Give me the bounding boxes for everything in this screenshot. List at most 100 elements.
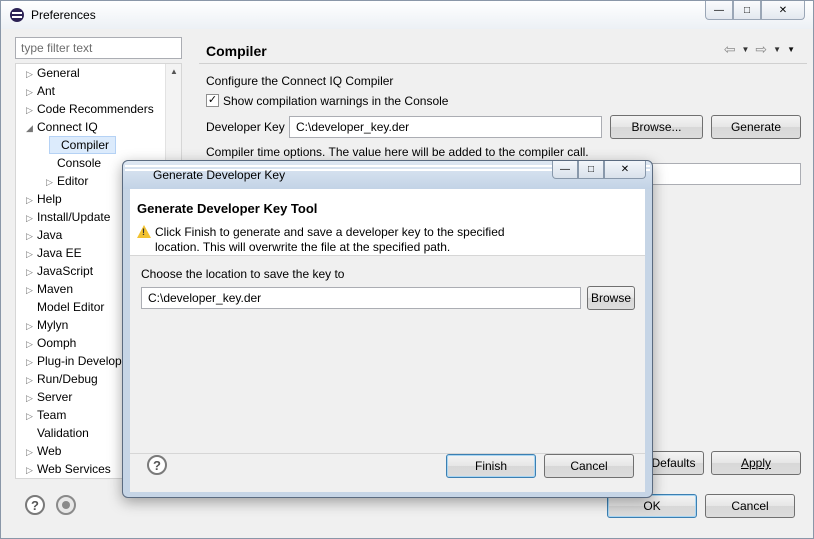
dialog-help-icon[interactable]: ? — [147, 455, 167, 475]
expand-arrow-icon[interactable]: ▷ — [26, 335, 37, 353]
tree-item[interactable]: ▷ Web — [26, 442, 61, 460]
expand-arrow-icon[interactable]: ▷ — [26, 227, 37, 245]
dialog-header-title: Generate Developer Key Tool — [137, 201, 318, 216]
finish-button[interactable]: Finish — [446, 454, 536, 478]
filter-input[interactable]: type filter text — [15, 37, 182, 59]
tree-item[interactable]: Compiler — [49, 136, 117, 154]
back-dropdown-icon[interactable]: ▼ — [742, 45, 750, 58]
help-icon[interactable]: ? — [25, 495, 45, 515]
tree-item[interactable]: ▷ Java EE — [26, 244, 82, 262]
tree-item[interactable]: ▷ Ant — [26, 82, 55, 100]
expand-arrow-icon[interactable]: ▷ — [26, 317, 37, 335]
window-titlebar[interactable]: Preferences — □ ✕ — [1, 1, 813, 29]
forward-arrow-icon[interactable]: ⇨ — [755, 41, 767, 58]
tree-item-label: Oomph — [37, 336, 77, 350]
tree-item-label: Connect IQ — [37, 120, 98, 134]
close-icon[interactable]: ✕ — [604, 161, 646, 179]
dialog-title: Generate Developer Key — [153, 168, 286, 182]
view-menu-icon[interactable]: ▼ — [787, 45, 795, 58]
expand-arrow-icon[interactable]: ▷ — [26, 101, 37, 119]
tree-item[interactable]: ▷ Install/Update — [26, 208, 110, 226]
window-controls: — □ ✕ — [705, 1, 805, 21]
tree-item[interactable]: ▷ Mylyn — [26, 316, 68, 334]
back-arrow-icon[interactable]: ⇦ — [724, 41, 736, 58]
scroll-up-icon[interactable]: ▲ — [170, 67, 178, 76]
expand-arrow-icon[interactable]: ▷ — [26, 191, 37, 209]
expand-arrow-icon[interactable]: ▷ — [26, 461, 37, 478]
expand-arrow-icon[interactable]: ▷ — [26, 245, 37, 263]
tree-item-label: Install/Update — [37, 210, 111, 224]
dialog-body: Generate Developer Key Tool ! Click Fini… — [130, 189, 645, 492]
generate-key-dialog: Generate Developer Key — □ ✕ Generate De… — [122, 160, 653, 498]
browse-button[interactable]: Browse... — [610, 115, 703, 139]
tree-item-label: Java — [37, 228, 63, 242]
dialog-window-controls: — □ ✕ — [552, 161, 646, 179]
tree-item[interactable]: Console — [46, 154, 101, 172]
expand-arrow-icon[interactable]: ▷ — [26, 443, 37, 461]
developer-key-label: Developer Key — [206, 120, 285, 134]
tree-item-label: Validation — [37, 426, 89, 440]
tree-item-label: Help — [37, 192, 62, 206]
show-warnings-checkbox[interactable]: ✓ — [206, 94, 219, 107]
dialog-message: Click Finish to generate and save a deve… — [155, 225, 505, 254]
warning-icon: ! — [137, 225, 151, 238]
apply-label: Apply — [740, 456, 772, 470]
expand-arrow-icon[interactable]: ▷ — [26, 407, 37, 425]
collapse-arrow-icon[interactable]: ◢ — [26, 119, 37, 137]
generate-button[interactable]: Generate — [711, 115, 801, 139]
show-warnings-label: Show compilation warnings in the Console — [223, 94, 449, 108]
tree-item[interactable]: ▷ Team — [26, 406, 66, 424]
tree-item-label: Mylyn — [37, 318, 69, 332]
location-field[interactable]: C:\developer_key.der — [141, 287, 581, 309]
expand-arrow-icon[interactable]: ▷ — [26, 281, 37, 299]
tree-item[interactable]: ▷ Plug-in Develop — [26, 352, 122, 370]
tree-item[interactable]: ▷ JavaScript — [26, 262, 93, 280]
minimize-icon[interactable]: — — [705, 1, 733, 20]
tree-item-label: Server — [37, 390, 73, 404]
tree-item-label: Model Editor — [37, 300, 105, 314]
tree-item[interactable]: ◢ Connect IQ — [26, 118, 98, 136]
tree-item-label: Editor — [57, 174, 89, 188]
header-divider — [199, 63, 807, 64]
tree-item[interactable]: Model Editor — [26, 298, 104, 316]
tree-item[interactable]: ▷ Code Recommenders — [26, 100, 154, 118]
expand-arrow-icon[interactable]: ▷ — [26, 389, 37, 407]
forward-dropdown-icon[interactable]: ▼ — [773, 45, 781, 58]
tree-item[interactable]: ▷ Oomph — [26, 334, 76, 352]
minimize-icon[interactable]: — — [552, 161, 578, 179]
maximize-icon[interactable]: □ — [733, 1, 761, 20]
expand-arrow-icon[interactable]: ▷ — [26, 209, 37, 227]
developer-key-field[interactable]: C:\developer_key.der — [289, 116, 602, 138]
tree-item[interactable]: ▷ Run/Debug — [26, 370, 98, 388]
dialog-titlebar[interactable]: Generate Developer Key — □ ✕ — [123, 161, 652, 189]
expand-arrow-icon[interactable]: ▷ — [26, 83, 37, 101]
apply-button[interactable]: Apply — [711, 451, 801, 475]
tree-item[interactable]: ▷ Editor — [46, 172, 88, 190]
tree-item[interactable]: ▷ Java — [26, 226, 62, 244]
cancel-button[interactable]: Cancel — [705, 494, 795, 518]
tree-item[interactable]: ▷ Server — [26, 388, 72, 406]
expand-arrow-icon[interactable]: ▷ — [26, 263, 37, 281]
dialog-browse-button[interactable]: Browse — [587, 286, 635, 310]
close-icon[interactable]: ✕ — [761, 1, 805, 20]
tree-item-label: Ant — [37, 84, 56, 98]
tree-item-label: Team — [37, 408, 67, 422]
tree-item-label: Compiler — [61, 138, 110, 152]
tree-item[interactable]: ▷ Maven — [26, 280, 73, 298]
dialog-cancel-button[interactable]: Cancel — [544, 454, 634, 478]
record-macro-icon[interactable] — [56, 495, 76, 515]
page-navigation: ⇦ ▼ ⇨ ▼ ▼ — [724, 41, 795, 58]
compiler-options-label: Compiler time options. The value here wi… — [206, 145, 589, 159]
tree-item-label: Run/Debug — [37, 372, 98, 386]
expand-arrow-icon[interactable]: ▷ — [26, 353, 37, 371]
maximize-icon[interactable]: □ — [578, 161, 604, 179]
expand-arrow-icon[interactable]: ▷ — [26, 371, 37, 389]
tree-item[interactable]: Validation — [26, 424, 89, 442]
expand-arrow-icon[interactable]: ▷ — [46, 173, 57, 191]
dialog-header: Generate Developer Key Tool ! Click Fini… — [130, 189, 645, 256]
expand-arrow-icon[interactable]: ▷ — [26, 65, 37, 83]
tree-item[interactable]: ▷ Web Services — [26, 460, 111, 478]
tree-item[interactable]: ▷ General — [26, 64, 80, 82]
tree-item-label: Console — [57, 156, 102, 170]
tree-item[interactable]: ▷ Help — [26, 190, 62, 208]
